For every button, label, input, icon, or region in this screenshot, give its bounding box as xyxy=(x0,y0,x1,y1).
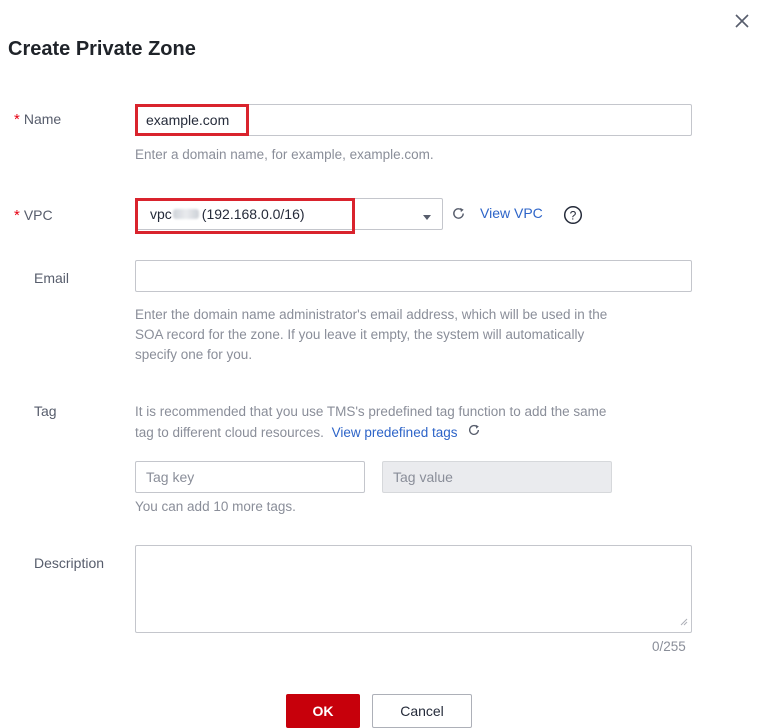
tag-info-line-2: tag to different cloud resources. View p… xyxy=(135,423,481,443)
question-circle-icon[interactable]: ? xyxy=(563,205,583,225)
required-mark: * xyxy=(14,111,20,128)
resize-handle-icon[interactable] xyxy=(680,613,688,629)
vpc-select-value-suffix: (192.168.0.0/16) xyxy=(201,206,305,222)
refresh-icon[interactable] xyxy=(450,205,466,221)
name-input-value: example.com xyxy=(146,112,230,128)
name-hint: Enter a domain name, for example, exampl… xyxy=(135,147,434,162)
description-label: Description xyxy=(34,555,105,571)
description-textarea[interactable] xyxy=(135,545,692,633)
email-hint-line-1: Enter the domain name administrator's em… xyxy=(135,307,608,322)
vpc-select[interactable]: vpc (192.168.0.0/16) xyxy=(135,198,443,230)
vpc-label: * VPC xyxy=(14,207,53,224)
close-icon[interactable] xyxy=(733,12,751,30)
masked-vpc-id xyxy=(172,209,199,219)
email-hint-line-3: specify one for you. xyxy=(135,347,253,362)
tag-label: Tag xyxy=(34,403,57,419)
view-predefined-tags-link[interactable]: View predefined tags xyxy=(332,425,458,440)
email-field[interactable] xyxy=(135,260,692,292)
tag-value-input: Tag value xyxy=(382,461,612,493)
chevron-down-icon xyxy=(422,209,432,225)
svg-text:?: ? xyxy=(570,209,577,223)
dialog-title: Create Private Zone xyxy=(8,38,196,60)
tag-info-line-1: It is recommended that you use TMS's pre… xyxy=(135,404,607,419)
vpc-select-value-prefix: vpc xyxy=(150,206,172,222)
email-label: Email xyxy=(34,270,70,286)
required-mark: * xyxy=(14,207,20,224)
refresh-icon[interactable] xyxy=(467,423,481,443)
description-counter: 0/255 xyxy=(652,639,686,654)
tag-remaining-text: You can add 10 more tags. xyxy=(135,499,296,514)
tag-key-input[interactable]: Tag key xyxy=(135,461,365,493)
view-vpc-link[interactable]: View VPC xyxy=(480,205,543,221)
name-input[interactable]: example.com xyxy=(135,104,692,136)
email-hint-line-2: SOA record for the zone. If you leave it… xyxy=(135,327,585,342)
name-label: * Name xyxy=(14,111,62,128)
